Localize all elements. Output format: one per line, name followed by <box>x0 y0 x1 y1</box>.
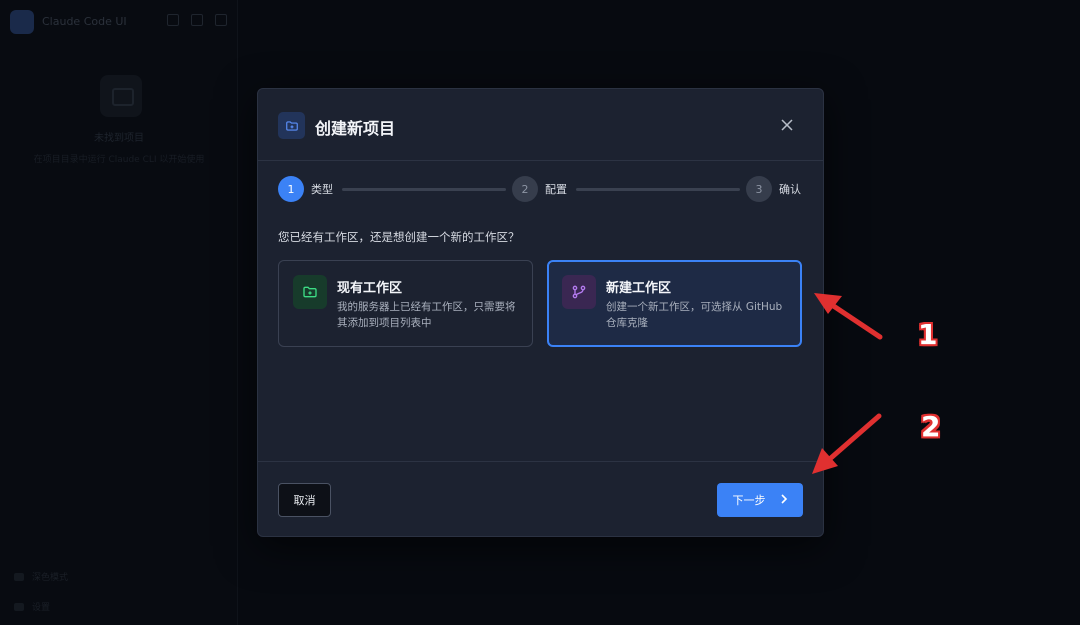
modal-header: 创建新项目 <box>258 89 823 161</box>
cancel-button[interactable]: 取消 <box>278 483 331 517</box>
option-title: 现有工作区 <box>337 281 403 296</box>
app-logo-icon <box>10 10 34 34</box>
next-button-label: 下一步 <box>732 494 766 507</box>
workspace-question: 您已经有工作区，还是想创建一个新的工作区？ <box>278 230 520 244</box>
git-branch-icon <box>562 275 596 309</box>
existing-workspace-option[interactable]: 现有工作区 我的服务器上已经有工作区，只需要将其添加到项目列表中 <box>278 260 533 347</box>
option-description: 我的服务器上已经有工作区，只需要将其添加到项目列表中 <box>337 301 516 329</box>
step-connector <box>576 188 740 191</box>
sidebar-footer-label: 设置 <box>32 603 51 613</box>
sidebar: Claude Code UI 未找到项目 在项目目录中运行 Claude CLI… <box>0 0 238 625</box>
refresh-icon[interactable] <box>167 14 179 26</box>
settings-icon[interactable] <box>215 14 227 26</box>
step-connector <box>342 188 506 191</box>
add-icon[interactable] <box>191 14 203 26</box>
step-3-label: 确认 <box>779 183 801 196</box>
option-description: 创建一个新工作区，可选择从 GitHub 仓库克隆 <box>606 301 783 329</box>
sidebar-footer-theme[interactable]: 深色模式 <box>14 570 68 583</box>
create-project-modal: 创建新项目 1 类型 2 配置 3 确认 您已经有工作区，还是想创建一个新的工作… <box>257 88 824 537</box>
modal-title: 创建新项目 <box>315 119 396 138</box>
footer-divider <box>258 461 823 462</box>
step-3-circle: 3 <box>746 176 772 202</box>
next-button[interactable]: 下一步 <box>717 483 803 517</box>
annotation-number-1: 1 <box>918 318 938 351</box>
folder-icon <box>100 75 142 117</box>
option-title: 新建工作区 <box>606 281 672 296</box>
step-1-label: 类型 <box>311 183 333 196</box>
sidebar-footer-label: 深色模式 <box>32 573 69 583</box>
moon-icon <box>14 572 24 581</box>
step-2-label: 配置 <box>545 183 567 196</box>
folder-plus-icon <box>278 112 305 139</box>
gear-icon <box>14 602 24 611</box>
step-2-circle: 2 <box>512 176 538 202</box>
sidebar-actions <box>167 14 227 26</box>
chevron-right-icon <box>780 493 788 507</box>
folder-plus-icon <box>293 275 327 309</box>
annotation-number-2: 2 <box>921 410 941 443</box>
step-1-circle: 1 <box>278 176 304 202</box>
close-icon[interactable] <box>777 115 797 135</box>
sidebar-footer-settings[interactable]: 设置 <box>14 600 50 613</box>
empty-description: 在项目目录中运行 Claude CLI 以开始使用 <box>33 155 205 165</box>
empty-title: 未找到项目 <box>94 133 144 144</box>
app-title: Claude Code UI <box>42 15 127 28</box>
new-workspace-option[interactable]: 新建工作区 创建一个新工作区，可选择从 GitHub 仓库克隆 <box>547 260 802 347</box>
